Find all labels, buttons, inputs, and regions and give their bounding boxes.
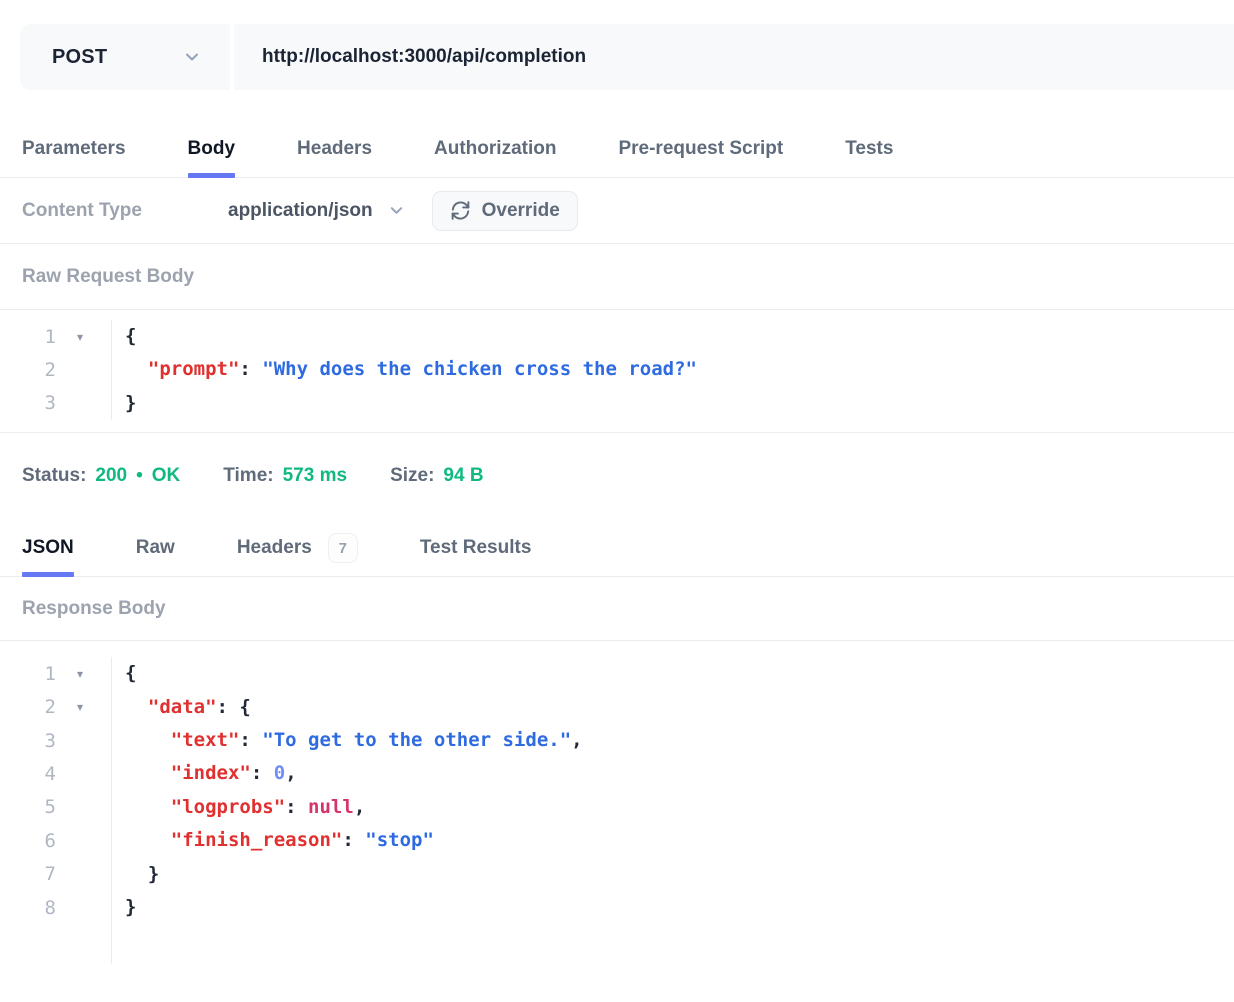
raw-request-body-header: Raw Request Body [0, 244, 1234, 310]
response-body-header: Response Body [0, 577, 1234, 641]
content-type-value: application/json [228, 200, 373, 222]
response-line-number-gutter: 1▾2▾345678 [0, 657, 112, 964]
code-line: { [125, 657, 1234, 690]
code-line: "finish_reason": "stop" [125, 824, 1234, 857]
size-label: Size: [390, 465, 434, 487]
status-label: Status: [22, 465, 86, 487]
size-group: Size: 94 B [390, 465, 484, 487]
response-code-area[interactable]: { "data": { "text": "To get to the other… [112, 657, 1234, 964]
line-number: 4 [0, 763, 56, 785]
method-label: POST [52, 46, 107, 69]
url-input[interactable]: http://localhost:3000/api/completion [234, 24, 1234, 90]
request-url-bar: POST http://localhost:3000/api/completio… [20, 24, 1234, 90]
response-tabs: JSON Raw Headers 7 Test Results [0, 537, 1234, 577]
code-line: } [125, 891, 1234, 924]
url-text: http://localhost:3000/api/completion [262, 46, 586, 68]
line-number: 8 [0, 897, 56, 919]
tab-json[interactable]: JSON [22, 537, 74, 576]
code-line: "data": { [125, 691, 1234, 724]
gutter-row: 6 [0, 824, 111, 857]
request-code-area[interactable]: { "prompt": "Why does the chicken cross … [112, 320, 1234, 420]
override-button[interactable]: Override [432, 191, 578, 231]
fold-toggle-icon[interactable]: ▾ [56, 330, 104, 344]
tab-headers-group: Headers 7 [237, 537, 358, 576]
gutter-row: 2 [0, 353, 111, 386]
request-body-editor: 1▾ 2 3 { "prompt": "Why does the chicken c… [0, 310, 1234, 433]
line-number: 1 [0, 326, 56, 348]
fold-toggle-icon[interactable]: ▾ [56, 667, 104, 681]
tab-authorization[interactable]: Authorization [434, 138, 556, 177]
status-code: 200 [95, 465, 127, 487]
headers-count-badge: 7 [328, 533, 358, 563]
code-line: } [125, 387, 1234, 420]
tab-body[interactable]: Body [188, 138, 236, 177]
content-type-label: Content Type [22, 200, 228, 222]
tab-tests[interactable]: Tests [845, 138, 893, 177]
chevron-down-icon [389, 203, 404, 218]
status-text: OK [152, 465, 181, 487]
status-separator: • [136, 465, 143, 487]
request-line-number-gutter: 1▾ 2 3 [0, 320, 112, 420]
gutter-row: 1▾ [0, 320, 111, 353]
code-line: } [125, 858, 1234, 891]
code-line: "logprobs": null, [125, 791, 1234, 824]
content-type-select[interactable]: application/json [228, 200, 404, 222]
code-line: "text": "To get to the other side.", [125, 724, 1234, 757]
response-meta-row: Status: 200 • OK Time: 573 ms Size: 94 B [0, 433, 1234, 487]
response-body-editor: 1▾2▾345678 { "data": { "text": "To get t… [0, 641, 1234, 964]
response-body-label: Response Body [22, 598, 166, 620]
tab-parameters[interactable]: Parameters [22, 138, 126, 177]
size-value: 94 B [443, 465, 483, 487]
gutter-row: 4 [0, 757, 111, 790]
code-line: "index": 0, [125, 757, 1234, 790]
tab-response-headers[interactable]: Headers [237, 537, 312, 576]
time-group: Time: 573 ms [223, 465, 347, 487]
line-number: 3 [0, 730, 56, 752]
line-number: 2 [0, 696, 56, 718]
line-number: 3 [0, 392, 56, 414]
gutter-row: 7 [0, 858, 111, 891]
content-type-row: Content Type application/json Override [0, 178, 1234, 244]
gutter-row: 8 [0, 891, 111, 924]
tab-pre-request-script[interactable]: Pre-request Script [618, 138, 783, 177]
line-number: 7 [0, 863, 56, 885]
gutter-row: 1▾ [0, 657, 111, 690]
raw-request-body-label: Raw Request Body [22, 266, 194, 288]
gutter-row: 5 [0, 791, 111, 824]
status-group: Status: 200 • OK [22, 465, 180, 487]
code-line: "prompt": "Why does the chicken cross th… [125, 353, 1234, 386]
tab-headers[interactable]: Headers [297, 138, 372, 177]
gutter-row: 3 [0, 724, 111, 757]
tab-test-results[interactable]: Test Results [420, 537, 532, 576]
line-number: 1 [0, 663, 56, 685]
time-label: Time: [223, 465, 273, 487]
gutter-row: 3 [0, 387, 111, 420]
request-tabs: Parameters Body Headers Authorization Pr… [0, 138, 1234, 178]
method-selector[interactable]: POST [20, 24, 230, 90]
override-label: Override [482, 200, 560, 222]
code-line: { [125, 320, 1234, 353]
refresh-icon [450, 200, 471, 221]
line-number: 2 [0, 359, 56, 381]
gutter-row: 2▾ [0, 691, 111, 724]
chevron-down-icon [184, 49, 200, 65]
line-number: 6 [0, 830, 56, 852]
fold-toggle-icon[interactable]: ▾ [56, 700, 104, 714]
line-number: 5 [0, 796, 56, 818]
tab-raw[interactable]: Raw [136, 537, 175, 576]
time-value: 573 ms [283, 465, 347, 487]
